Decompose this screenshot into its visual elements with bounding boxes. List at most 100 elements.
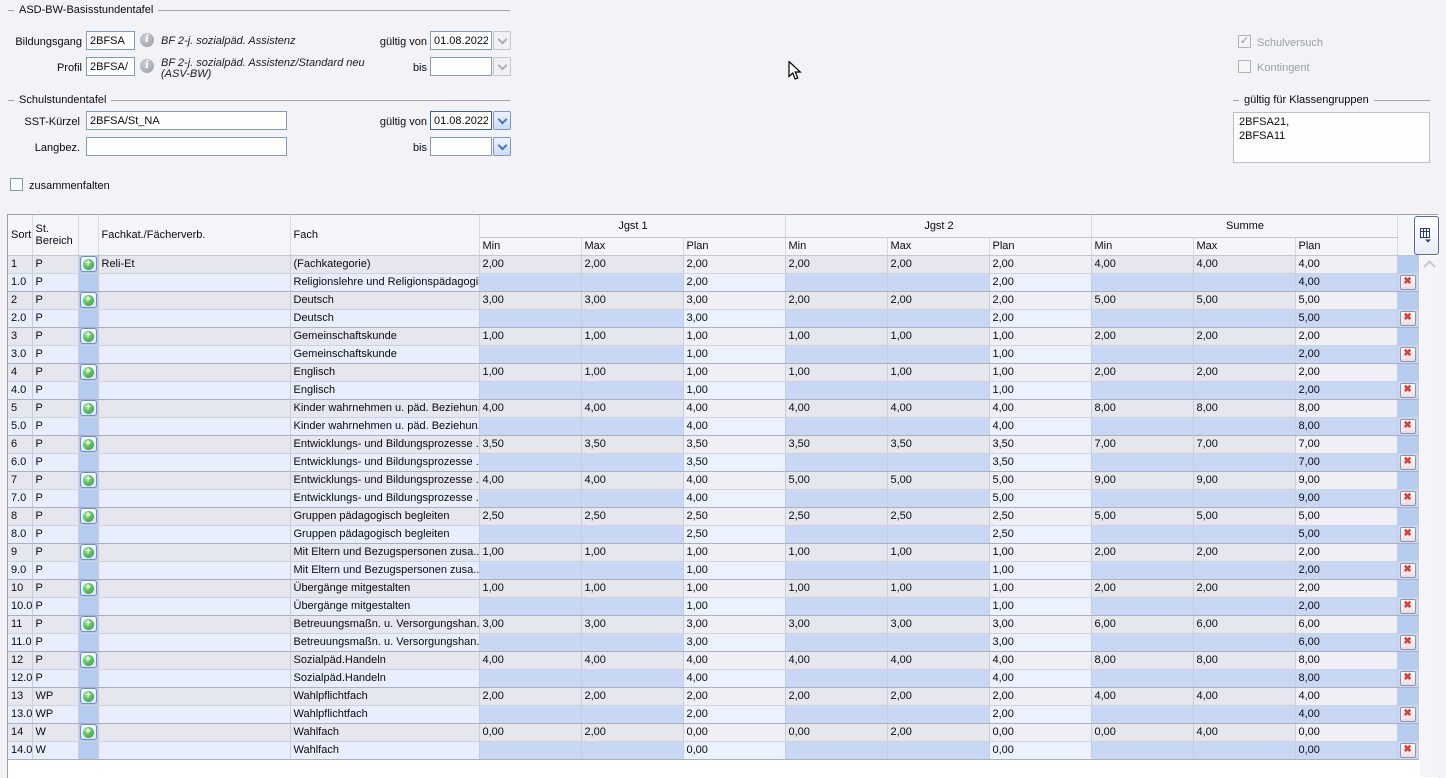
cell-st-bereich[interactable]: P xyxy=(32,327,78,345)
col-group-summe[interactable]: Summe xyxy=(1091,215,1397,237)
cell-fachkat[interactable] xyxy=(98,615,290,633)
cell-j2-plan[interactable]: 5,00 xyxy=(989,471,1091,489)
cell-sum-plan[interactable]: 2,00 xyxy=(1295,363,1397,381)
delete-row-button[interactable]: ✖ xyxy=(1400,527,1416,542)
schul-bis-input[interactable] xyxy=(430,137,492,156)
cell-fachkat[interactable] xyxy=(98,687,290,705)
cell-fach[interactable]: Entwicklungs- und Bildungsprozesse ... xyxy=(290,489,479,507)
cell-sum-min[interactable]: 4,00 xyxy=(1091,687,1193,705)
cell-j2-min[interactable]: 2,00 xyxy=(785,291,887,309)
cell-j1-plan[interactable]: 4,00 xyxy=(683,399,785,417)
cell-j2-plan[interactable]: 1,00 xyxy=(989,363,1091,381)
cell-j1-min[interactable]: 2,00 xyxy=(479,255,581,273)
cell-j1-min[interactable]: 1,00 xyxy=(479,543,581,561)
cell-j2-max[interactable]: 2,00 xyxy=(887,687,989,705)
cell-st-bereich[interactable]: P xyxy=(32,255,78,273)
cell-sort[interactable]: 10.0 xyxy=(8,597,32,615)
delete-row-button[interactable]: ✖ xyxy=(1400,635,1416,650)
cell-sum-plan[interactable]: 2,00 xyxy=(1295,579,1397,597)
col-group-jgst2[interactable]: Jgst 2 xyxy=(785,215,1091,237)
cell-fachkat[interactable]: Reli-Et xyxy=(98,255,290,273)
cell-sum-min[interactable]: 5,00 xyxy=(1091,507,1193,525)
cell-st-bereich[interactable]: WP xyxy=(32,687,78,705)
col-header-plan[interactable]: Plan xyxy=(989,237,1091,255)
cell-j2-min[interactable]: 4,00 xyxy=(785,651,887,669)
cell-j1-plan[interactable]: 0,00 xyxy=(683,741,785,759)
cell-fachkat[interactable] xyxy=(98,741,290,759)
cell-sort[interactable]: 9 xyxy=(8,543,32,561)
add-fach-button[interactable]: + xyxy=(80,508,97,524)
cell-sum-plan[interactable]: 6,00 xyxy=(1295,615,1397,633)
cell-j2-plan[interactable]: 1,00 xyxy=(989,327,1091,345)
cell-j2-max[interactable]: 2,00 xyxy=(887,255,989,273)
cell-j1-plan[interactable]: 4,00 xyxy=(683,651,785,669)
cell-sort[interactable]: 4.0 xyxy=(8,381,32,399)
cell-j2-plan[interactable]: 4,00 xyxy=(989,399,1091,417)
cell-sum-plan[interactable]: 4,00 xyxy=(1295,255,1397,273)
cell-fach[interactable]: Wahlfach xyxy=(290,741,479,759)
cell-j2-max[interactable]: 1,00 xyxy=(887,579,989,597)
cell-j2-max[interactable]: 1,00 xyxy=(887,363,989,381)
cell-j1-max[interactable]: 3,50 xyxy=(581,435,683,453)
cell-sum-max[interactable]: 4,00 xyxy=(1193,723,1295,741)
cell-j2-plan[interactable]: 3,00 xyxy=(989,615,1091,633)
schul-bis-dropdown[interactable] xyxy=(493,137,511,156)
cell-sort[interactable]: 8.0 xyxy=(8,525,32,543)
cell-st-bereich[interactable]: P xyxy=(32,363,78,381)
cell-st-bereich[interactable]: P xyxy=(32,291,78,309)
cell-j1-plan[interactable]: 1,00 xyxy=(683,579,785,597)
cell-j2-plan[interactable]: 4,00 xyxy=(989,651,1091,669)
col-header-max[interactable]: Max xyxy=(1193,237,1295,255)
cell-fach[interactable]: Kinder wahrnehmen u. päd. Beziehun... xyxy=(290,399,479,417)
cell-sum-max[interactable]: 5,00 xyxy=(1193,507,1295,525)
cell-st-bereich[interactable]: P xyxy=(32,525,78,543)
cell-st-bereich[interactable]: P xyxy=(32,615,78,633)
col-header-st-bereich[interactable]: St. Bereich xyxy=(32,215,78,255)
cell-fachkat[interactable] xyxy=(98,651,290,669)
cell-st-bereich[interactable]: WP xyxy=(32,705,78,723)
cell-sort[interactable]: 5.0 xyxy=(8,417,32,435)
col-header-plan[interactable]: Plan xyxy=(1295,237,1397,255)
cell-j1-max[interactable]: 2,00 xyxy=(581,723,683,741)
cell-st-bereich[interactable]: P xyxy=(32,417,78,435)
cell-sum-max[interactable]: 2,00 xyxy=(1193,327,1295,345)
cell-fach[interactable]: Deutsch xyxy=(290,309,479,327)
cell-sum-max[interactable]: 2,00 xyxy=(1193,579,1295,597)
cell-sort[interactable]: 14 xyxy=(8,723,32,741)
cell-j1-max[interactable]: 1,00 xyxy=(581,327,683,345)
cell-sort[interactable]: 6 xyxy=(8,435,32,453)
cell-fachkat[interactable] xyxy=(98,417,290,435)
cell-j2-min[interactable]: 1,00 xyxy=(785,363,887,381)
delete-row-button[interactable]: ✖ xyxy=(1400,347,1416,362)
cell-fach[interactable]: (Fachkategorie) xyxy=(290,255,479,273)
cell-st-bereich[interactable]: P xyxy=(32,471,78,489)
add-fach-button[interactable]: + xyxy=(80,580,97,596)
cell-st-bereich[interactable]: P xyxy=(32,597,78,615)
cell-sort[interactable]: 1.0 xyxy=(8,273,32,291)
cell-j2-plan[interactable]: 2,50 xyxy=(989,507,1091,525)
col-header-plan[interactable]: Plan xyxy=(683,237,785,255)
cell-sum-max[interactable]: 4,00 xyxy=(1193,255,1295,273)
cell-fach[interactable]: Deutsch xyxy=(290,291,479,309)
delete-row-button[interactable]: ✖ xyxy=(1400,383,1416,398)
cell-j1-plan[interactable]: 2,00 xyxy=(683,705,785,723)
cell-fachkat[interactable] xyxy=(98,381,290,399)
cell-j1-min[interactable]: 3,00 xyxy=(479,291,581,309)
basis-bis-input[interactable] xyxy=(430,57,492,76)
delete-row-button[interactable]: ✖ xyxy=(1400,311,1416,326)
cell-j1-plan[interactable]: 2,00 xyxy=(683,273,785,291)
cell-fach[interactable]: Sozialpäd.Handeln xyxy=(290,669,479,687)
cell-j1-max[interactable]: 2,00 xyxy=(581,687,683,705)
delete-row-button[interactable]: ✖ xyxy=(1400,419,1416,434)
cell-st-bereich[interactable]: P xyxy=(32,435,78,453)
cell-st-bereich[interactable]: P xyxy=(32,399,78,417)
cell-j1-min[interactable]: 4,00 xyxy=(479,651,581,669)
cell-j2-max[interactable]: 1,00 xyxy=(887,543,989,561)
cell-fachkat[interactable] xyxy=(98,561,290,579)
cell-j1-max[interactable]: 3,00 xyxy=(581,291,683,309)
cell-j1-max[interactable]: 1,00 xyxy=(581,363,683,381)
cell-sort[interactable]: 10 xyxy=(8,579,32,597)
cell-st-bereich[interactable]: P xyxy=(32,669,78,687)
cell-j1-plan[interactable]: 4,00 xyxy=(683,489,785,507)
col-header-min[interactable]: Min xyxy=(1091,237,1193,255)
